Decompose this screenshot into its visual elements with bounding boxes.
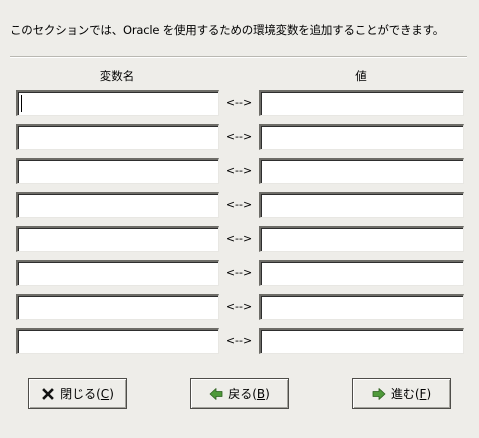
separator	[10, 56, 467, 58]
variable-row: <-->	[16, 328, 464, 362]
column-header-variable-name: 変数名	[99, 69, 135, 83]
variable-row: <-->	[16, 192, 464, 226]
close-x-icon	[42, 387, 54, 400]
variable-rows: <--> <--> <--> <--> <--> <--> <--> <-->	[16, 90, 464, 362]
variable-value-input[interactable]	[259, 294, 464, 320]
mapping-arrow: <-->	[225, 232, 253, 245]
variable-row: <-->	[16, 124, 464, 158]
mapping-arrow: <-->	[225, 300, 253, 313]
variable-value-input[interactable]	[259, 328, 464, 354]
variable-value-input[interactable]	[259, 260, 464, 286]
mapping-arrow: <-->	[225, 266, 253, 279]
back-button[interactable]: 戻る(B)	[190, 378, 289, 409]
variable-row: <-->	[16, 226, 464, 260]
variable-row: <-->	[16, 294, 464, 328]
close-button-label: 閉じる(C)	[60, 387, 114, 401]
arrow-left-icon	[209, 387, 223, 400]
variable-row: <-->	[16, 158, 464, 192]
mapping-arrow: <-->	[225, 96, 253, 109]
variable-name-input[interactable]	[16, 260, 219, 286]
next-button-label: 進む(F)	[390, 387, 432, 401]
text-caret	[21, 95, 22, 112]
mapping-arrow: <-->	[225, 130, 253, 143]
variable-value-input[interactable]	[259, 226, 464, 252]
section-description: このセクションでは、Oracle を使用するための環境変数を追加することができま…	[10, 23, 445, 37]
variable-name-input[interactable]	[16, 226, 219, 252]
arrow-right-icon	[372, 387, 386, 400]
back-button-label: 戻る(B)	[228, 387, 270, 401]
mapping-arrow: <-->	[225, 198, 253, 211]
variable-name-input[interactable]	[16, 192, 219, 218]
mapping-arrow: <-->	[225, 164, 253, 177]
variable-name-input[interactable]	[16, 158, 219, 184]
variable-value-input[interactable]	[259, 158, 464, 184]
column-header-value: 値	[355, 69, 367, 83]
variable-value-input[interactable]	[259, 90, 464, 116]
variable-value-input[interactable]	[259, 124, 464, 150]
variable-row: <-->	[16, 260, 464, 294]
variable-row: <-->	[16, 90, 464, 124]
variable-name-input[interactable]	[16, 328, 219, 354]
variable-name-input[interactable]	[16, 124, 219, 150]
mapping-arrow: <-->	[225, 334, 253, 347]
next-button[interactable]: 進む(F)	[352, 378, 451, 409]
variable-name-input[interactable]	[16, 294, 219, 320]
variable-value-input[interactable]	[259, 192, 464, 218]
close-button[interactable]: 閉じる(C)	[28, 378, 127, 409]
variable-name-input[interactable]	[16, 90, 219, 116]
